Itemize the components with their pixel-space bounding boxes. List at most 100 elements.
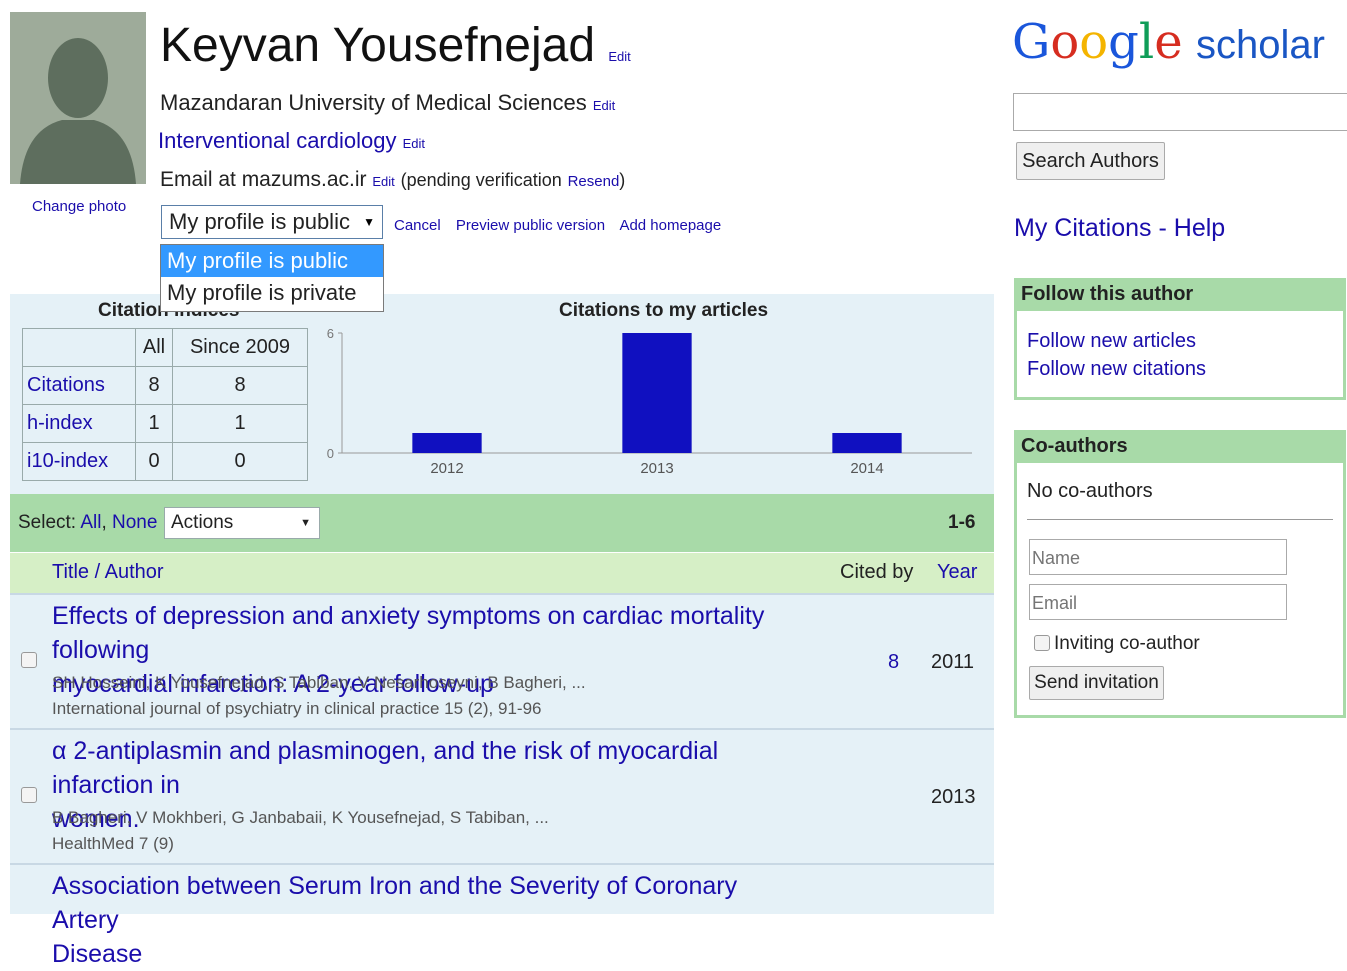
- interest-link[interactable]: Interventional cardiology: [158, 128, 396, 153]
- citation-indices-table: All Since 2009 Citations 8 8 h-index 1 1…: [22, 328, 308, 481]
- profile-email: Email at mazums.ac.ir Edit (pending veri…: [160, 168, 625, 192]
- article-year: 2013: [931, 786, 976, 808]
- citations-link[interactable]: Citations: [22, 366, 136, 405]
- actions-select[interactable]: Actions ▼: [164, 507, 320, 539]
- article-year: 2011: [931, 651, 975, 673]
- divider: [1027, 519, 1333, 520]
- follow-citations-link[interactable]: Follow new citations: [1017, 355, 1343, 383]
- coauthor-name-input[interactable]: [1029, 539, 1287, 575]
- table-header-row: All Since 2009: [22, 328, 308, 367]
- person-silhouette-icon: [10, 12, 146, 184]
- table-row: i10-index 0 0: [22, 442, 308, 481]
- option-public[interactable]: My profile is public: [161, 245, 383, 277]
- follow-box-title: Follow this author: [1017, 281, 1343, 311]
- table-cell: 8: [135, 366, 173, 405]
- cancel-link[interactable]: Cancel: [394, 217, 441, 234]
- x-tick-label: 2013: [640, 460, 673, 477]
- logo-letter: o: [1050, 14, 1080, 70]
- table-row: Citations 8 8: [22, 366, 308, 405]
- coauthor-email-input[interactable]: [1029, 584, 1287, 620]
- profile-name: Keyvan Yousefnejad Edit: [160, 18, 631, 85]
- author-search-input[interactable]: [1013, 93, 1347, 131]
- cited-by-header: Cited by: [840, 561, 914, 583]
- table-row: Association between Serum Iron and the S…: [10, 863, 994, 968]
- bar: [622, 333, 692, 453]
- dropdown-arrow-icon: ▼: [300, 517, 311, 529]
- article-title-line: Association between Serum Iron and the S…: [52, 872, 738, 934]
- logo-letter: o: [1079, 14, 1109, 70]
- google-logo-text: Google: [1012, 14, 1183, 70]
- select-label: Select:: [18, 512, 77, 533]
- y-tick-label: 6: [327, 326, 334, 341]
- table-cell: 0: [135, 442, 173, 481]
- profile-interest: Interventional cardiology Edit: [158, 128, 425, 154]
- inviting-label: Inviting co-author: [1054, 633, 1200, 654]
- x-tick-label: 2014: [850, 460, 883, 477]
- sort-year-link[interactable]: Year: [937, 561, 977, 584]
- edit-name-link[interactable]: Edit: [608, 49, 630, 64]
- table-row: h-index 1 1: [22, 404, 308, 443]
- chart-title: Citations to my articles: [559, 300, 769, 321]
- visibility-select[interactable]: My profile is public ▼: [161, 205, 383, 239]
- table-row: Effects of depression and anxiety sympto…: [10, 593, 994, 729]
- co-authors-title: Co-authors: [1017, 433, 1343, 463]
- edit-affiliation-link[interactable]: Edit: [593, 98, 615, 113]
- logo-letter: G: [1012, 14, 1051, 70]
- help-link[interactable]: Help: [1174, 214, 1225, 242]
- logo-letter: e: [1154, 14, 1183, 70]
- select-comma: ,: [101, 512, 107, 533]
- resend-link[interactable]: Resend: [568, 173, 620, 190]
- select-controls: Select: All, None: [18, 512, 157, 534]
- link-separator: -: [1151, 214, 1174, 242]
- select-all-link[interactable]: All: [80, 512, 101, 533]
- sort-title-link[interactable]: Title / Author: [52, 561, 164, 584]
- edit-interest-link[interactable]: Edit: [403, 136, 425, 151]
- table-cell: 0: [172, 442, 308, 481]
- table-header-all: All: [135, 328, 173, 367]
- edit-email-link[interactable]: Edit: [372, 174, 394, 189]
- preview-public-link[interactable]: Preview public version: [456, 217, 605, 234]
- no-coauthors-text: No co-authors: [1027, 480, 1153, 502]
- article-authors: SH Hosseini, K Yousefnejad, S Tabiban, V…: [52, 673, 586, 692]
- my-citations-link[interactable]: My Citations: [1014, 214, 1152, 242]
- article-checkbox[interactable]: [21, 652, 37, 668]
- y-tick-label: 0: [327, 446, 334, 461]
- send-invitation-button[interactable]: Send invitation: [1029, 666, 1164, 700]
- article-title-link[interactable]: Association between Serum Iron and the S…: [52, 869, 792, 971]
- add-homepage-link[interactable]: Add homepage: [619, 217, 721, 234]
- i10-index-link[interactable]: i10-index: [22, 442, 136, 481]
- citations-bar-chart: 0 6 2012 2013 2014: [327, 326, 972, 477]
- table-cell: 1: [135, 404, 173, 443]
- my-citations-help: My Citations - Help: [1014, 214, 1225, 243]
- table-header-since: Since 2009: [172, 328, 308, 367]
- visibility-value: My profile is public: [169, 209, 350, 234]
- table-cell: 1: [172, 404, 308, 443]
- bar: [412, 433, 482, 453]
- bar: [832, 433, 902, 453]
- co-authors-box: Co-authors No co-authors Inviting co-aut…: [1014, 430, 1346, 718]
- result-range: 1-6: [948, 512, 976, 533]
- logo-letter: l: [1138, 14, 1155, 70]
- google-scholar-logo[interactable]: Google scholar: [1012, 14, 1325, 73]
- article-checkbox[interactable]: [21, 787, 37, 803]
- actions-value: Actions: [171, 512, 234, 533]
- visibility-dropdown: My profile is public My profile is priva…: [160, 244, 384, 312]
- option-private[interactable]: My profile is private: [161, 277, 383, 309]
- cited-by-link[interactable]: 8: [888, 651, 899, 674]
- select-none-link[interactable]: None: [112, 512, 157, 533]
- search-authors-button[interactable]: Search Authors: [1016, 142, 1165, 180]
- follow-articles-link[interactable]: Follow new articles: [1017, 327, 1343, 355]
- scholar-logo-text: scholar: [1196, 23, 1325, 67]
- table-header-empty: [22, 328, 136, 367]
- affiliation-text: Mazandaran University of Medical Science…: [160, 90, 587, 115]
- follow-author-box: Follow this author Follow new articles F…: [1014, 278, 1346, 400]
- inviting-checkbox[interactable]: [1034, 635, 1050, 651]
- dropdown-arrow-icon: ▼: [363, 215, 375, 229]
- article-title-line: Effects of depression and anxiety sympto…: [52, 602, 765, 664]
- h-index-link[interactable]: h-index: [22, 404, 136, 443]
- article-source: International journal of psychiatry in c…: [52, 699, 542, 718]
- pending-close: ): [619, 170, 626, 190]
- profile-photo[interactable]: [10, 12, 146, 184]
- table-cell: 8: [172, 366, 308, 405]
- change-photo-link[interactable]: Change photo: [32, 198, 126, 215]
